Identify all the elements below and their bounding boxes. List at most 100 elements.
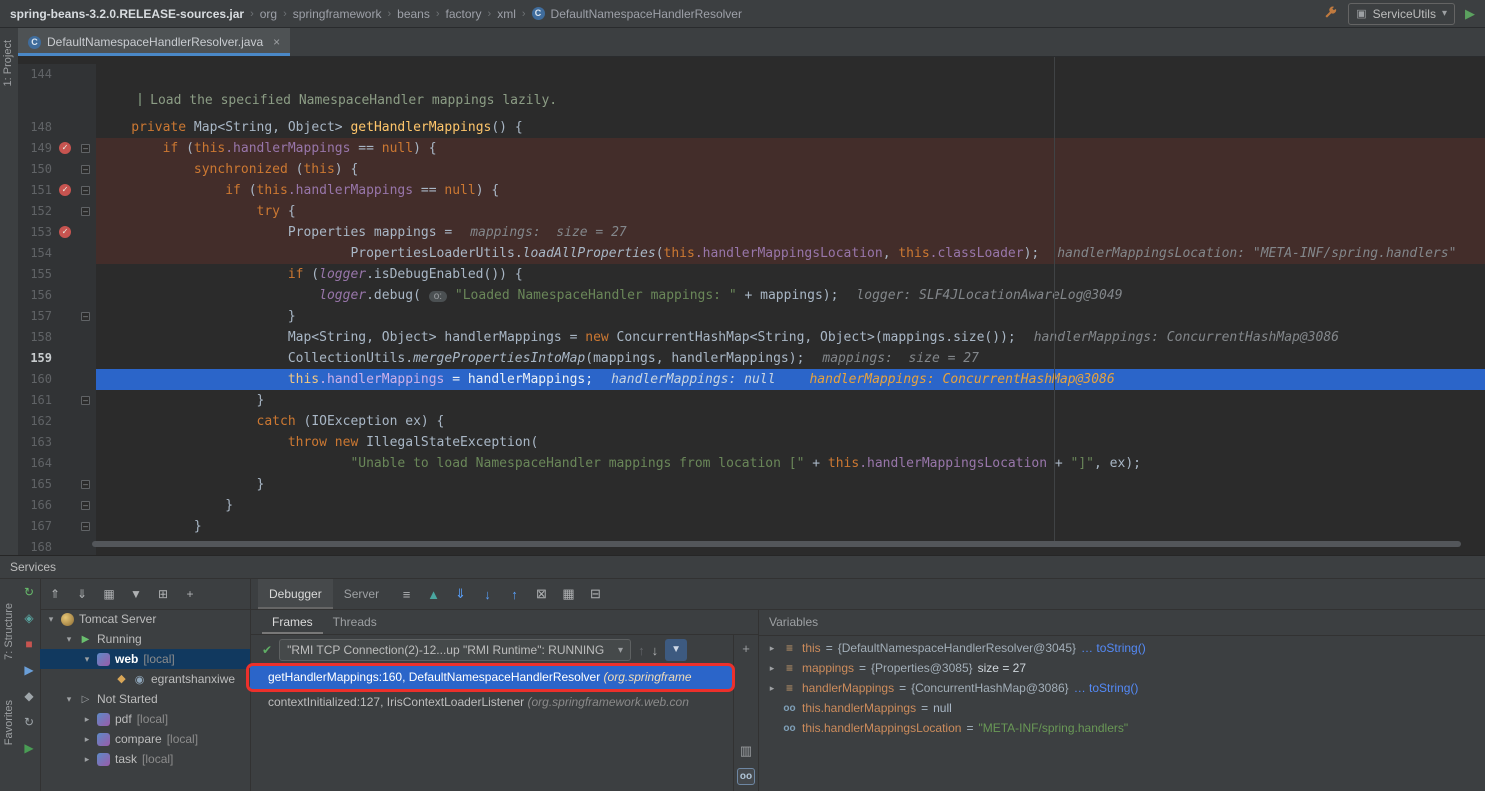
code-line[interactable]: }: [96, 516, 1485, 537]
stripe-button-favorites[interactable]: Favorites: [3, 700, 15, 745]
variable-row[interactable]: ▸≡mappings = {Properties@3085} size = 27: [759, 658, 1485, 678]
breadcrumb-item[interactable]: xml: [497, 7, 516, 21]
breakpoints-icon[interactable]: ◆: [18, 683, 40, 709]
tool-window-header[interactable]: Services: [0, 556, 1485, 579]
breadcrumb-item[interactable]: beans: [397, 7, 430, 21]
gutter[interactable]: 168: [18, 537, 96, 555]
run-configuration-select[interactable]: ▣ ServiceUtils ▾: [1348, 3, 1455, 25]
tree-chevron-icon[interactable]: ▾: [46, 614, 56, 625]
hide-frames-filter-icon[interactable]: ▼: [665, 639, 687, 661]
code-line[interactable]: PropertiesLoaderUtils.loadAllProperties(…: [96, 243, 1485, 264]
breadcrumb-item[interactable]: factory: [446, 7, 482, 21]
thread-dropdown[interactable]: "RMI TCP Connection(2)-12...up "RMI Runt…: [279, 639, 631, 661]
gutter[interactable]: 156: [18, 285, 96, 306]
variable-row[interactable]: ▸≡this = {DefaultNamespaceHandlerResolve…: [759, 638, 1485, 658]
group-by-icon[interactable]: ▦: [100, 587, 118, 601]
expand-chevron-icon[interactable]: ▸: [767, 663, 777, 674]
tree-chevron-icon[interactable]: ▾: [64, 634, 74, 645]
tostring-link[interactable]: … toString(): [1074, 681, 1139, 695]
gutter[interactable]: 155: [18, 264, 96, 285]
tree-item-running[interactable]: ▾▶Running: [40, 629, 250, 649]
tostring-link[interactable]: … toString(): [1081, 641, 1146, 655]
fold-icon[interactable]: –: [81, 396, 90, 405]
show-watches-icon[interactable]: oo: [737, 768, 755, 785]
resume-icon[interactable]: ▶: [18, 657, 40, 683]
code-line[interactable]: if (this.handlerMappings == null) {: [96, 180, 1485, 201]
horizontal-scrollbar[interactable]: [92, 541, 1461, 547]
editor-tab[interactable]: C DefaultNamespaceHandlerResolver.java ×: [18, 28, 290, 56]
tab-server[interactable]: Server: [333, 579, 390, 609]
fold-icon[interactable]: –: [81, 501, 90, 510]
gutter[interactable]: 149✓–: [18, 138, 96, 159]
tree-item-task[interactable]: ▸task [local]: [40, 749, 250, 769]
tree-chevron-icon[interactable]: ▾: [82, 654, 92, 665]
expand-all-icon[interactable]: ⇓: [73, 587, 91, 601]
rerun-icon[interactable]: ↻: [18, 579, 40, 605]
stop-icon[interactable]: ■: [18, 631, 40, 657]
code-line[interactable]: catch (IOException ex) {: [96, 411, 1485, 432]
code-line[interactable]: }: [96, 306, 1485, 327]
gutter[interactable]: 164: [18, 453, 96, 474]
gutter[interactable]: 166–: [18, 495, 96, 516]
gutter[interactable]: 158: [18, 327, 96, 348]
breadcrumb-item[interactable]: springframework: [293, 7, 382, 21]
variable-row[interactable]: oothis.handlerMappingsLocation = "META-I…: [759, 718, 1485, 738]
gutter[interactable]: 144: [18, 64, 96, 85]
gutter[interactable]: 159: [18, 348, 96, 369]
add-watch-icon[interactable]: +: [737, 641, 755, 656]
layout-icon[interactable]: ⊟: [585, 586, 606, 602]
tree-item-web[interactable]: ▾web [local]: [40, 649, 250, 669]
gutter[interactable]: 157–: [18, 306, 96, 327]
debug-icon[interactable]: ◈: [18, 605, 40, 631]
gutter[interactable]: 151✓–: [18, 180, 96, 201]
fold-icon[interactable]: –: [81, 522, 90, 531]
tree-chevron-icon[interactable]: ▾: [64, 694, 74, 705]
stripe-button-project[interactable]: 1: Project: [2, 40, 14, 86]
gutter[interactable]: 162: [18, 411, 96, 432]
expand-chevron-icon[interactable]: ▸: [767, 643, 777, 654]
frame-up-icon[interactable]: ↑: [638, 643, 645, 658]
stripe-button-7-structure[interactable]: 7: Structure: [3, 603, 15, 660]
refresh-icon[interactable]: ↻: [18, 709, 40, 735]
tree-item-pdf[interactable]: ▸pdf [local]: [40, 709, 250, 729]
filter-icon[interactable]: ▼: [127, 587, 145, 601]
menu-icon[interactable]: ≡: [396, 587, 417, 602]
close-icon[interactable]: ×: [273, 35, 280, 49]
code-line[interactable]: "Unable to load NamespaceHandler mapping…: [96, 453, 1485, 474]
download-icon[interactable]: ↓: [477, 587, 498, 602]
stack-frame-row[interactable]: contextInitialized:127, IrisContextLoade…: [250, 690, 734, 715]
gutter[interactable]: 167–: [18, 516, 96, 537]
code-line[interactable]: private Map<String, Object> getHandlerMa…: [96, 117, 1485, 138]
run-icon[interactable]: ▶: [18, 735, 40, 761]
restore-layout-icon[interactable]: ▲: [423, 587, 444, 602]
tab-frames[interactable]: Frames: [262, 610, 323, 634]
code-line[interactable]: }: [96, 495, 1485, 516]
fold-icon[interactable]: –: [81, 312, 90, 321]
gutter[interactable]: 152–: [18, 201, 96, 222]
tree-chevron-icon[interactable]: ▸: [82, 734, 92, 745]
tree-item-compare[interactable]: ▸compare [local]: [40, 729, 250, 749]
breakpoint-icon[interactable]: ✓: [59, 184, 71, 196]
gutter[interactable]: 153✓: [18, 222, 96, 243]
tree-chevron-icon[interactable]: ▸: [82, 754, 92, 765]
tree-item-egrantshanxiwe[interactable]: ◆◉egrantshanxiwe: [40, 669, 250, 689]
frame-down-icon[interactable]: ↓: [652, 643, 659, 658]
breadcrumb-class[interactable]: DefaultNamespaceHandlerResolver: [551, 7, 742, 21]
breadcrumb-item[interactable]: org: [260, 7, 277, 21]
add-service-icon[interactable]: +: [181, 587, 199, 601]
code-line[interactable]: this.handlerMappings = handlerMappings;h…: [96, 369, 1485, 390]
code-line[interactable]: CollectionUtils.mergePropertiesIntoMap(m…: [96, 348, 1485, 369]
gutter[interactable]: 148: [18, 117, 96, 138]
breadcrumb-root[interactable]: spring-beans-3.2.0.RELEASE-sources.jar: [10, 7, 244, 21]
breakpoint-icon[interactable]: ✓: [59, 226, 71, 238]
fold-icon[interactable]: –: [81, 186, 90, 195]
tab-threads[interactable]: Threads: [323, 610, 387, 634]
gutter[interactable]: 165–: [18, 474, 96, 495]
import-icon[interactable]: ⇓: [450, 586, 471, 602]
code-editor[interactable]: 144Load the specified NamespaceHandler m…: [18, 57, 1485, 555]
fold-icon[interactable]: –: [81, 165, 90, 174]
code-line[interactable]: }: [96, 474, 1485, 495]
code-line[interactable]: [96, 64, 1485, 85]
tree-item-not-started[interactable]: ▾▷Not Started: [40, 689, 250, 709]
stack-frame-row[interactable]: getHandlerMappings:160, DefaultNamespace…: [250, 665, 734, 690]
